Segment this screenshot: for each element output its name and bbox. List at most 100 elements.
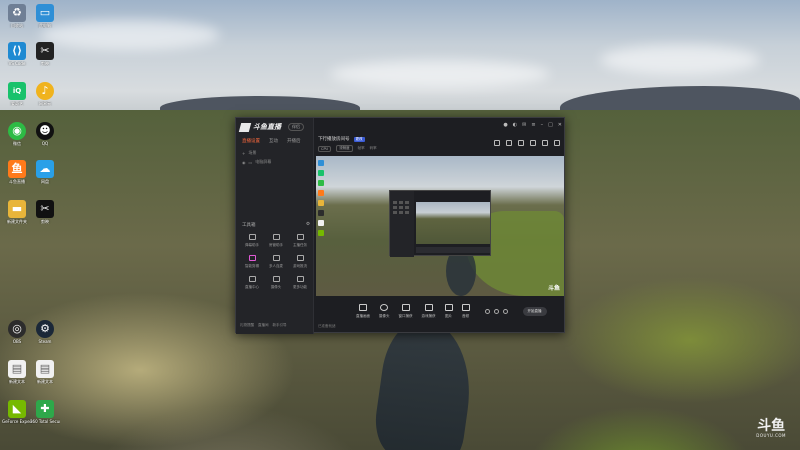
mini-desktop-icon — [318, 190, 324, 196]
stream-preview[interactable]: 斗鱼 — [316, 156, 564, 296]
tab-interaction[interactable]: 互动 — [269, 138, 278, 144]
tool-item[interactable]: 房管助手 — [264, 234, 288, 248]
tool-item[interactable]: 更多功能 — [288, 276, 312, 290]
scene-row[interactable]: + 场景 — [242, 150, 256, 156]
tool-item[interactable]: 摄像头 — [264, 276, 288, 290]
ctrl-window-capture[interactable]: 窗口捕获 — [399, 303, 413, 319]
desktop-icon[interactable]: ⟨⟩ VS Code — [2, 42, 32, 66]
maximize-icon[interactable]: □ — [548, 122, 553, 128]
meta-cpu: CPU — [318, 145, 332, 152]
preview-watermark: 斗鱼 — [547, 285, 560, 292]
copy-icon[interactable] — [506, 140, 512, 146]
mini-desktop-icon — [318, 180, 324, 186]
video-icon[interactable] — [484, 308, 490, 314]
window-controls: ● ◐ ✉ ≡ – □ ✕ — [503, 122, 562, 128]
window-icon — [401, 303, 410, 311]
settings-icon[interactable] — [502, 308, 508, 314]
tool-item[interactable]: 智能剪辑 — [240, 255, 264, 269]
desktop-icon[interactable]: ✚360 Total Security — [30, 400, 60, 424]
jianying-icon: ✂ — [36, 42, 54, 60]
settings-icon[interactable]: ⚙ — [306, 222, 310, 228]
sidebar-footer: 礼物提醒 直播间 新手引导 — [240, 323, 287, 328]
streaming-app-window[interactable]: 斗鱼直播 伴侣 直播设置 互动 开播后 + 场景 ◉ ▭ 电脑屏幕 工具箱 ⚙ … — [235, 117, 565, 334]
tool-item[interactable]: 多人连麦 — [264, 255, 288, 269]
avatar-icon[interactable]: ● — [503, 122, 507, 128]
image-icon — [444, 303, 453, 311]
desktop-icon[interactable]: ◣GeForce Experience — [2, 400, 32, 424]
ctrl-camera[interactable]: 摄像头 — [379, 303, 390, 319]
desktop-icon[interactable]: ♻ 回收站 — [2, 4, 32, 28]
tool-item[interactable]: 主播任务 — [288, 234, 312, 248]
gamepad-icon — [424, 303, 433, 311]
skin-icon[interactable]: ◐ — [513, 122, 517, 128]
tool-item[interactable]: 弹幕助手 — [240, 234, 264, 248]
ctrl-game-capture[interactable]: 游戏捕获 — [422, 303, 436, 319]
chat-icon[interactable] — [530, 140, 536, 146]
tab-live-settings[interactable]: 直播设置 — [242, 138, 260, 144]
qq-icon: ☻ — [36, 122, 54, 140]
start-live-button[interactable]: 开始直播 — [522, 306, 547, 316]
record-icon[interactable] — [518, 140, 524, 146]
desktop-icon[interactable]: ✂ 剪映 — [30, 200, 60, 224]
tool-grid: 弹幕助手 房管助手 主播任务 智能剪辑 多人连麦 游戏推流 直播中心 摄像头 更… — [240, 234, 312, 290]
more-icon — [296, 276, 304, 282]
tool-item[interactable]: 游戏推流 — [288, 255, 312, 269]
footer-link[interactable]: 礼物提醒 — [240, 323, 254, 328]
vscode-icon: ⟨⟩ — [8, 42, 26, 60]
nvidia-icon: ◣ — [8, 400, 26, 418]
desktop-icon[interactable]: ☁ 网盘 — [30, 160, 60, 184]
gear-icon[interactable] — [493, 308, 499, 314]
version-pill[interactable]: 伴侣 — [288, 123, 304, 131]
tools-title: 工具箱 — [242, 223, 256, 228]
desktop-icon[interactable]: iQ 爱奇艺 — [2, 82, 32, 106]
desktop-icon[interactable]: ♪ 网易云 — [30, 82, 60, 106]
room-meta: CPU 流畅度 帧率 码率 — [318, 145, 377, 152]
plus-icon: + — [242, 150, 246, 156]
recursive-controls — [416, 247, 490, 253]
wechat-icon: ◉ — [8, 122, 26, 140]
mini-desktop-icon — [318, 210, 324, 216]
desktop-icon[interactable]: ▤ 新建文本 — [30, 360, 60, 384]
screen-icon — [359, 303, 367, 311]
footer-link[interactable]: 直播间 — [258, 323, 269, 328]
manager-icon — [272, 234, 280, 240]
desktop-icon[interactable]: ◉ 微信 — [2, 122, 32, 146]
monitor-icon: ▭ — [248, 159, 253, 165]
close-icon[interactable]: ✕ — [558, 122, 562, 128]
desktop-icon[interactable]: ▭ 此电脑 — [30, 4, 60, 28]
tools-header: 工具箱 ⚙ — [242, 222, 310, 228]
desktop-icon[interactable]: ☻ QQ — [30, 122, 60, 146]
menu-icon[interactable]: ≡ — [531, 122, 535, 128]
mail-icon[interactable]: ✉ — [522, 122, 526, 128]
desktop-icon[interactable]: ◎ OBS — [2, 320, 32, 344]
ctrl-audio[interactable]: 音频 — [461, 303, 470, 319]
douyu-icon: 鱼 — [8, 160, 26, 178]
desktop-icon[interactable]: ✂ 剪映 — [30, 42, 60, 66]
tool-item[interactable]: 直播中心 — [240, 276, 264, 290]
camera-icon — [380, 303, 389, 311]
clip-icon — [248, 255, 256, 261]
ctrl-image[interactable]: 图片 — [444, 303, 453, 319]
mic-icon — [272, 255, 280, 261]
desktop-icon[interactable]: ⚙ Steam — [30, 320, 60, 344]
mini-desktop-icon — [318, 200, 324, 206]
cloud-icon: ☁ — [36, 160, 54, 178]
mini-desktop-icon — [318, 220, 324, 226]
desktop-icon[interactable]: 鱼斗鱼直播 — [2, 160, 32, 184]
sidebar-tabs: 直播设置 互动 开播后 — [242, 138, 301, 144]
source-label: 电脑屏幕 — [255, 159, 272, 164]
room-edit-badge[interactable]: 更改 — [353, 136, 365, 142]
wallpaper-cloud — [40, 20, 220, 50]
footer-link[interactable]: 新手引导 — [273, 323, 287, 328]
share-icon[interactable] — [554, 140, 560, 146]
tab-after-live[interactable]: 开播后 — [287, 138, 301, 144]
minimize-icon[interactable]: – — [541, 122, 544, 128]
desktop-icon[interactable]: ▤ 新建文本 — [2, 360, 32, 384]
folder-icon: ▬ — [8, 200, 26, 218]
ctrl-live-scene[interactable]: 直播画面 — [356, 303, 370, 319]
room-title-text: 下行播放房间号 — [318, 137, 350, 142]
source-row-screen[interactable]: ◉ ▭ 电脑屏幕 — [242, 159, 271, 165]
delete-icon[interactable] — [494, 140, 500, 146]
gift-icon[interactable] — [542, 140, 548, 146]
desktop-icon[interactable]: ▬ 新建文件夹 — [2, 200, 32, 224]
